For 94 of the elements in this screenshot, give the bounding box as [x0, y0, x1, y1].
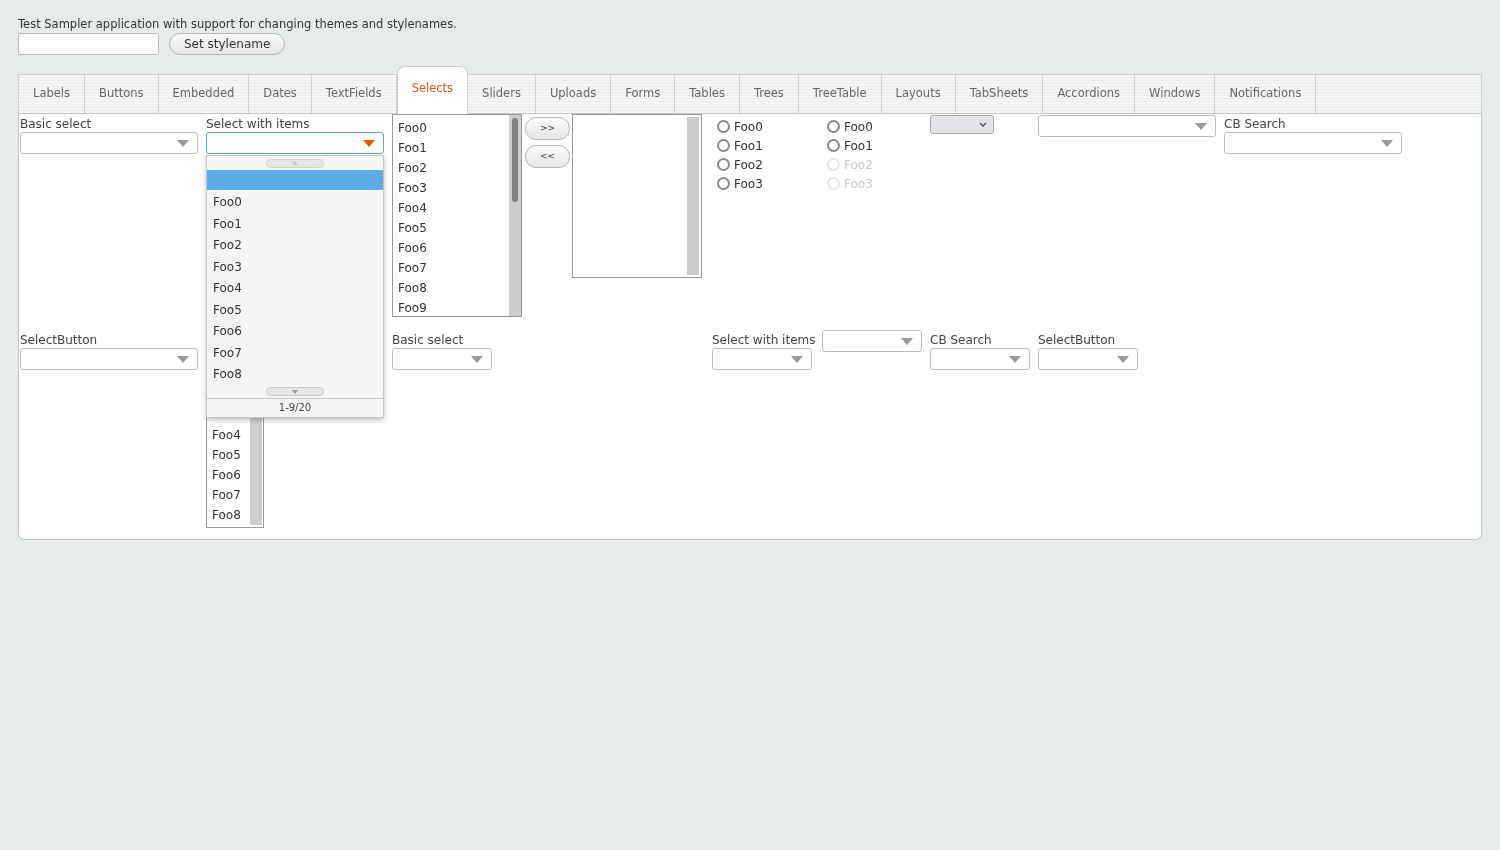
list-option[interactable]: Foo6: [212, 465, 250, 485]
dropdown-field[interactable]: [20, 348, 198, 370]
move-button[interactable]: <<: [525, 145, 570, 168]
dropdown-caret-icon: [901, 337, 913, 345]
scroll-up-button[interactable]: [266, 158, 324, 168]
field-label: Select with items: [206, 117, 311, 132]
dropdown-caret-icon: [471, 355, 483, 363]
tab[interactable]: Sliders: [468, 74, 536, 113]
list-option[interactable]: Foo5: [212, 445, 250, 465]
field-label: SelectButton: [1038, 333, 1117, 348]
tab[interactable]: Dates: [249, 74, 312, 113]
dropdown-caret-icon: [1117, 355, 1129, 363]
dropdown-option[interactable]: Foo5: [207, 299, 383, 321]
list-option[interactable]: Foo7: [212, 485, 250, 505]
dropdown-field[interactable]: [930, 348, 1030, 370]
stylename-field[interactable]: [18, 33, 159, 55]
list-option[interactable]: Foo8: [398, 278, 509, 298]
dropdown-option[interactable]: Foo3: [207, 256, 383, 278]
tab[interactable]: Trees: [739, 74, 799, 113]
list-select[interactable]: Foo0 Foo1 Foo2 Foo3 Foo4 Foo5 Foo6 Foo7 Foo8 Foo9: [392, 114, 522, 317]
dropdown-field[interactable]: [1038, 115, 1216, 137]
list-option[interactable]: Foo3: [398, 178, 509, 198]
radio-button[interactable]: [717, 177, 730, 190]
dropdown-field[interactable]: [20, 132, 198, 154]
dropdown-caret-icon: [791, 355, 803, 363]
radio-label: Foo1: [844, 137, 873, 155]
tab[interactable]: Notifications: [1215, 74, 1317, 113]
list-option[interactable]: Foo4: [212, 425, 250, 445]
list-select[interactable]: [572, 114, 702, 278]
dropdown-option[interactable]: Foo4: [207, 278, 383, 300]
tab[interactable]: Selects: [396, 66, 469, 114]
radio-button[interactable]: [717, 139, 730, 152]
field-label: Basic select: [20, 117, 93, 132]
tab[interactable]: Labels: [18, 74, 85, 113]
tab[interactable]: Forms: [611, 74, 676, 113]
dropdown-field[interactable]: [392, 348, 492, 370]
dropdown-option[interactable]: Foo2: [207, 235, 383, 257]
radio-button[interactable]: [717, 158, 730, 171]
tab[interactable]: TabSheets: [955, 74, 1044, 113]
dropdown-option[interactable]: Foo0: [207, 192, 383, 214]
list-option[interactable]: Foo9: [398, 298, 509, 318]
dropdown-caret-icon: [363, 139, 375, 147]
dropdown-option[interactable]: Foo1: [207, 213, 383, 235]
dropdown-field[interactable]: [206, 132, 384, 154]
list-option[interactable]: Foo7: [398, 258, 509, 278]
tab[interactable]: Windows: [1135, 74, 1216, 113]
list-option[interactable]: Foo2: [398, 158, 509, 178]
list-option[interactable]: Foo4: [398, 198, 509, 218]
dropdown-caret-icon: [1195, 122, 1207, 130]
down-arrow-icon: [292, 389, 298, 394]
native-select[interactable]: [930, 115, 994, 134]
field-label: SelectButton: [20, 333, 99, 348]
empty-option[interactable]: [207, 170, 383, 190]
radio-button[interactable]: [717, 120, 730, 133]
list-option[interactable]: Foo1: [398, 138, 509, 158]
chevron-down-icon: [979, 122, 987, 127]
radio-label: Foo3: [734, 175, 763, 193]
radio-label: Foo0: [844, 118, 873, 136]
tab[interactable]: Uploads: [535, 74, 612, 113]
page-indicator: 1-9/20: [278, 401, 312, 415]
move-button[interactable]: >>: [525, 117, 570, 140]
scrollbar[interactable]: [509, 115, 521, 316]
dropdown-field[interactable]: [1038, 348, 1138, 370]
dropdown-field[interactable]: [712, 348, 812, 370]
dropdown-caret-icon: [1381, 139, 1393, 147]
radio-label: Foo1: [734, 137, 763, 155]
field-label: CB Search: [1224, 117, 1287, 132]
tab[interactable]: Layouts: [881, 74, 956, 113]
tab[interactable]: TextFields: [311, 74, 397, 113]
description-text: Test Sampler application with support for changing themes and stylenames.: [18, 16, 458, 32]
field-label: Select with items: [712, 333, 817, 348]
list-option[interactable]: Foo6: [398, 238, 509, 258]
tab[interactable]: TreeTable: [798, 74, 882, 113]
radio-button[interactable]: [827, 139, 840, 152]
list-option[interactable]: Foo8: [212, 505, 250, 525]
dropdown-caret-icon: [1009, 355, 1021, 363]
field-label: Basic select: [392, 333, 465, 348]
tab[interactable]: Buttons: [85, 74, 159, 113]
radio-label: Foo0: [734, 118, 763, 136]
field-label: CB Search: [930, 333, 993, 348]
list-option[interactable]: Foo5: [398, 218, 509, 238]
set-stylename-button[interactable]: Set stylename: [169, 33, 286, 55]
list-option[interactable]: Foo0: [398, 118, 509, 138]
dropdown-field[interactable]: [1224, 132, 1402, 154]
radio-label: Foo2: [734, 156, 763, 174]
scroll-down-button[interactable]: [266, 387, 324, 396]
scrollbar[interactable]: [687, 117, 699, 275]
dropdown-field[interactable]: [822, 330, 922, 352]
dropdown-caret-icon: [177, 355, 189, 363]
tab[interactable]: Accordions: [1043, 74, 1136, 113]
radio-button[interactable]: [827, 120, 840, 133]
tab[interactable]: Tables: [675, 74, 740, 113]
tab[interactable]: Embedded: [158, 74, 250, 113]
dropdown-caret-icon: [177, 139, 189, 147]
